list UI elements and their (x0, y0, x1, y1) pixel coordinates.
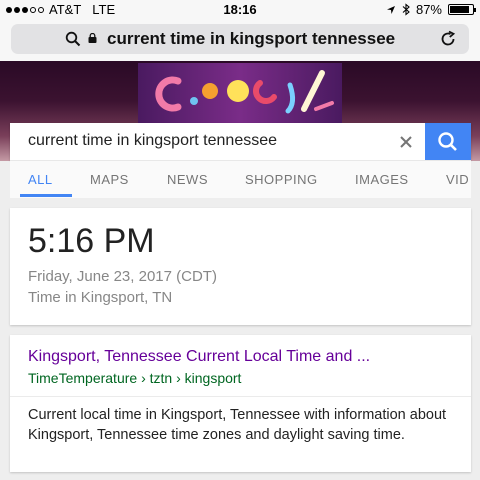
result-snippet: Current local time in Kingsport, Tenness… (28, 407, 447, 443)
battery-percent: 87% (415, 2, 442, 17)
location-arrow-icon (386, 5, 395, 14)
bluetooth-icon (402, 3, 410, 16)
search-icon (65, 31, 81, 47)
google-doodle-logo[interactable] (138, 63, 342, 123)
browser-toolbar: current time in kingsport tennessee (0, 20, 480, 61)
current-time: 5:16 PM (28, 222, 155, 260)
search-result-card: Kingsport, Tennessee Current Local Time … (10, 335, 471, 472)
result-divider (10, 396, 471, 397)
address-bar[interactable]: current time in kingsport tennessee (11, 24, 469, 54)
tab-maps[interactable]: MAPS (90, 172, 129, 187)
search-box[interactable]: current time in kingsport tennessee (10, 123, 471, 160)
current-date: Friday, June 23, 2017 (CDT) (28, 268, 217, 285)
tab-videos[interactable]: VID (446, 172, 469, 187)
status-right: 87% (386, 2, 476, 17)
reload-icon[interactable] (439, 30, 457, 48)
battery-fill (450, 6, 470, 13)
tab-news[interactable]: NEWS (167, 172, 208, 187)
tab-images[interactable]: IMAGES (355, 172, 409, 187)
search-input[interactable]: current time in kingsport tennessee (28, 132, 277, 150)
address-text: current time in kingsport tennessee (107, 29, 396, 48)
time-answer-card: 5:16 PM Friday, June 23, 2017 (CDT) Time… (10, 208, 471, 325)
active-tab-indicator (20, 194, 72, 197)
tab-shopping[interactable]: SHOPPING (245, 172, 318, 187)
result-url[interactable]: TimeTemperature › tztn › kingsport (28, 370, 241, 386)
doodle-artwork (155, 70, 334, 114)
status-bar: AT&T LTE 18:16 87% (0, 0, 480, 20)
search-button[interactable] (425, 123, 471, 160)
search-icon (438, 132, 457, 151)
tab-all[interactable]: ALL (28, 172, 53, 187)
time-location: Time in Kingsport, TN (28, 289, 173, 306)
battery-icon (448, 4, 476, 15)
result-title-link[interactable]: Kingsport, Tennessee Current Local Time … (28, 348, 370, 366)
lock-icon (88, 33, 97, 43)
clear-icon[interactable] (393, 129, 419, 155)
search-tabs: ALL MAPS NEWS SHOPPING IMAGES VID (10, 160, 471, 198)
